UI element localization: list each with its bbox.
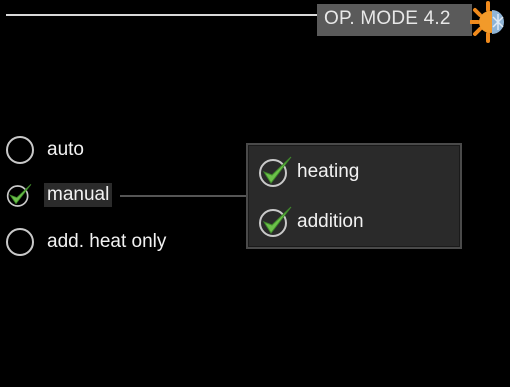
submenu-connector-line xyxy=(120,195,248,197)
option-label-addition: addition xyxy=(297,211,364,232)
mode-option-add-heat-only[interactable]: add. heat only xyxy=(6,225,169,259)
radio-unchecked-icon[interactable] xyxy=(6,136,34,164)
mode-label-manual: manual xyxy=(44,183,113,207)
option-addition[interactable]: addition xyxy=(258,203,364,241)
checkbox-checked-icon[interactable] xyxy=(258,204,294,240)
mode-option-auto[interactable]: auto xyxy=(6,133,87,167)
mode-label-auto: auto xyxy=(47,139,84,160)
checkbox-checked-icon[interactable] xyxy=(258,154,294,190)
option-heating[interactable]: heating xyxy=(258,153,359,191)
mode-label-add-heat-only: add. heat only xyxy=(47,231,167,252)
radio-checked-icon[interactable] xyxy=(6,181,34,209)
option-label-heating: heating xyxy=(297,161,360,182)
radio-unchecked-icon[interactable] xyxy=(6,228,34,256)
page-title: OP. MODE 4.2 xyxy=(324,8,451,29)
header-divider xyxy=(6,14,317,16)
sun-and-snowflake-icon xyxy=(470,1,504,43)
manual-options-panel: heating addition xyxy=(246,143,462,249)
mode-option-manual[interactable]: manual xyxy=(6,178,113,212)
